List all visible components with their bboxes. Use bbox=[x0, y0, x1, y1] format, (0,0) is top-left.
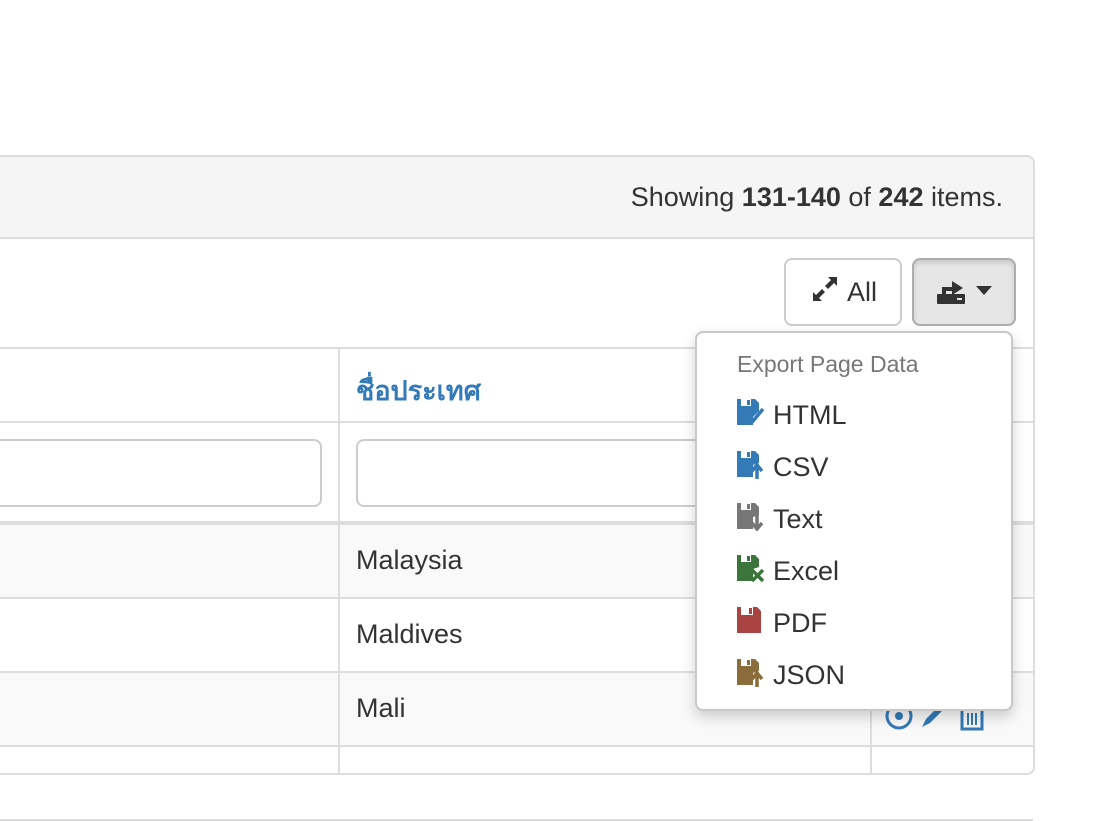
export-text-item[interactable]: Text bbox=[735, 497, 823, 541]
export-csv-label: CSV bbox=[773, 451, 829, 482]
export-pdf-item[interactable]: PDF bbox=[735, 601, 827, 645]
html-file-icon bbox=[735, 397, 765, 434]
csv-file-icon bbox=[735, 449, 765, 486]
country-cell: Malaysia bbox=[356, 545, 463, 575]
text-file-icon bbox=[735, 501, 765, 538]
toggle-all-label: All bbox=[846, 276, 877, 307]
export-excel-label: Excel bbox=[773, 555, 840, 586]
pdf-file-icon bbox=[735, 605, 765, 642]
summary-middle: of bbox=[840, 182, 879, 212]
summary-prefix: Showing bbox=[630, 182, 742, 212]
export-menu-header: Export Page Data bbox=[737, 351, 919, 377]
excel-file-icon bbox=[735, 553, 765, 590]
filter-input-col1[interactable] bbox=[0, 439, 322, 507]
export-dropdown-button[interactable] bbox=[912, 258, 1016, 326]
export-csv-item[interactable]: CSV bbox=[735, 445, 829, 489]
export-pdf-label: PDF bbox=[773, 607, 827, 638]
country-cell: Maldives bbox=[356, 619, 463, 649]
country-cell: Mali bbox=[356, 693, 406, 723]
export-html-item[interactable]: HTML bbox=[735, 393, 847, 437]
export-menu: Export Page Data HTML CSV Text Excel PDF bbox=[695, 331, 1013, 711]
toggle-all-button[interactable]: All bbox=[784, 258, 902, 326]
export-json-item[interactable]: JSON bbox=[735, 653, 845, 697]
summary-bar: Showing 131-140 of 242 items. bbox=[0, 157, 1033, 239]
export-json-label: JSON bbox=[773, 659, 846, 690]
export-excel-item[interactable]: Excel bbox=[735, 549, 839, 593]
caret-down-icon bbox=[976, 283, 992, 301]
export-text-label: Text bbox=[773, 503, 823, 534]
summary-total: 242 bbox=[878, 182, 924, 212]
export-icon bbox=[936, 275, 966, 310]
json-file-icon bbox=[735, 657, 765, 694]
table-row bbox=[0, 747, 1033, 821]
summary-text: Showing 131-140 of 242 items. bbox=[631, 182, 1003, 213]
summary-range: 131-140 bbox=[741, 182, 841, 212]
summary-suffix: items. bbox=[923, 182, 1003, 212]
column-divider bbox=[338, 349, 340, 773]
column-header-country-name[interactable]: ชื่อประเทศ bbox=[356, 369, 481, 412]
export-html-label: HTML bbox=[773, 399, 847, 430]
expand-icon bbox=[809, 273, 841, 312]
